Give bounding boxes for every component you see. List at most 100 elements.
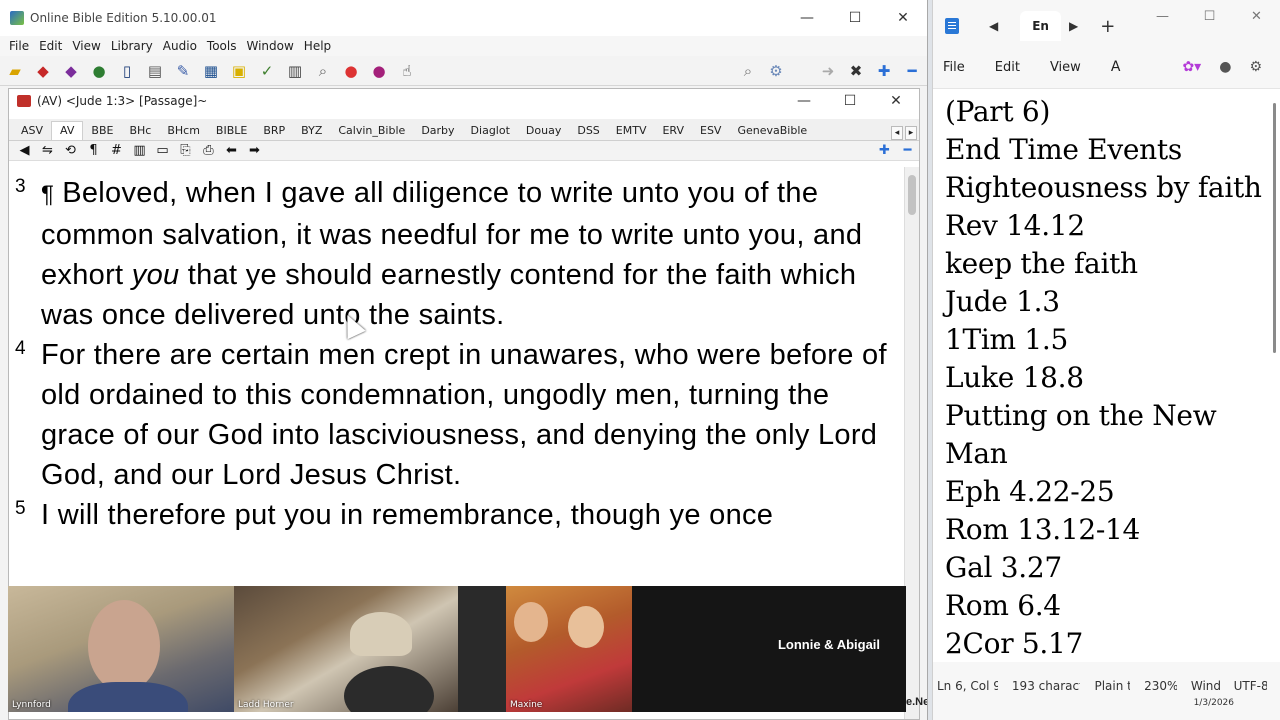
tab-byz[interactable]: BYZ xyxy=(293,124,330,140)
participant-head xyxy=(88,600,160,692)
maximize-button[interactable]: ☐ xyxy=(831,0,879,36)
balloon-icon[interactable]: ● xyxy=(338,59,364,83)
paragraph-icon[interactable]: ¶ xyxy=(82,143,105,158)
account-icon[interactable]: ● xyxy=(1219,59,1231,75)
video-tile[interactable] xyxy=(458,586,506,712)
exit-icon[interactable]: ✖ xyxy=(843,59,869,83)
folder-icon[interactable]: ▣ xyxy=(226,59,252,83)
menu-edit[interactable]: Edit xyxy=(34,39,67,53)
participant-name: Maxine xyxy=(510,700,543,710)
notepad-toolbar-right: ✿▾ ● ⚙ xyxy=(1182,59,1280,75)
notepad-line: Righteousness by faith xyxy=(945,171,1262,204)
app-titlebar: Online Bible Edition 5.10.00.01 — ☐ ✕ xyxy=(0,0,927,36)
tab-dss[interactable]: DSS xyxy=(569,124,607,140)
zoom-icon[interactable]: ⌕ xyxy=(735,59,761,83)
checklist-icon[interactable]: ✓ xyxy=(254,59,280,83)
tab-esv[interactable]: ESV xyxy=(692,124,729,140)
tab-bible[interactable]: BIBLE xyxy=(208,124,255,140)
tab-bhcm[interactable]: BHcm xyxy=(159,124,208,140)
scrollbar-thumb[interactable] xyxy=(908,175,916,215)
verse-text: For there are certain men crept in unawa… xyxy=(41,339,887,491)
open-book-icon[interactable]: ▯ xyxy=(114,59,140,83)
tab-douay[interactable]: Douay xyxy=(518,124,569,140)
sync-icon[interactable]: ⟲ xyxy=(59,143,82,158)
notes-icon[interactable]: ▦ xyxy=(198,59,224,83)
tab-darby[interactable]: Darby xyxy=(413,124,462,140)
tab-scroll-right-icon[interactable]: ▸ xyxy=(905,126,917,140)
tab-emtv[interactable]: EMTV xyxy=(608,124,655,140)
verse-number: 4 xyxy=(15,338,26,359)
tab-calvin-bible[interactable]: Calvin_Bible xyxy=(330,124,413,140)
tab-brp[interactable]: BRP xyxy=(255,124,293,140)
menu-help[interactable]: Help xyxy=(299,39,336,53)
tab-asv[interactable]: ASV xyxy=(13,124,51,140)
np-menu-edit[interactable]: Edit xyxy=(995,60,1020,75)
settings-gear-icon[interactable]: ⚙ xyxy=(763,59,789,83)
tab-erv[interactable]: ERV xyxy=(654,124,692,140)
zoom-in-icon[interactable]: ✚ xyxy=(873,143,896,158)
verse-number-icon[interactable]: # xyxy=(105,143,128,158)
tab-back-icon[interactable]: ◀ xyxy=(989,19,998,33)
np-menu-file[interactable]: File xyxy=(943,60,965,75)
copy-icon[interactable]: ⎘ xyxy=(174,143,197,158)
minimize-button[interactable]: — xyxy=(783,0,831,36)
tab-geneva-bible[interactable]: GenevaBible xyxy=(729,124,815,140)
new-tab-icon[interactable]: + xyxy=(1100,16,1115,37)
cursor-position: Ln 6, Col 9 xyxy=(937,679,998,693)
passage-minimize-button[interactable]: — xyxy=(781,89,827,113)
next-chapter-icon[interactable]: ➡ xyxy=(243,143,266,158)
menu-tools[interactable]: Tools xyxy=(202,39,242,53)
menu-audio[interactable]: Audio xyxy=(158,39,202,53)
copilot-icon[interactable]: ✿▾ xyxy=(1182,59,1201,75)
video-tile[interactable]: Maxine xyxy=(506,586,632,712)
video-tile[interactable]: Lynnford xyxy=(8,586,234,712)
tab-forward-icon[interactable]: ▶ xyxy=(1069,19,1078,33)
menu-view[interactable]: View xyxy=(67,39,105,53)
link-icon[interactable]: ⇋ xyxy=(36,143,59,158)
parallel-book-icon[interactable]: ▭ xyxy=(151,143,174,158)
notepad-scroll-thumb[interactable] xyxy=(1273,103,1276,353)
notepad-minimize-button[interactable]: — xyxy=(1139,0,1186,32)
red-book-icon[interactable]: ◆ xyxy=(30,59,56,83)
arrow-right-icon[interactable]: ➜ xyxy=(815,59,841,83)
open-folder-icon[interactable]: ▰ xyxy=(2,59,28,83)
notepad-maximize-button[interactable]: ☐ xyxy=(1186,0,1233,32)
video-tile[interactable]: Lonnie & Abigail xyxy=(632,586,906,712)
search-icon[interactable]: ⌕ xyxy=(310,59,336,83)
notepad-editor[interactable]: (Part 6) End Time Events Righteousness by … xyxy=(933,88,1280,662)
tools-icon[interactable]: ✎ xyxy=(170,59,196,83)
tab-scroll-left-icon[interactable]: ◂ xyxy=(891,126,903,140)
menu-library[interactable]: Library xyxy=(106,39,158,53)
video-tile[interactable]: Ladd Horner xyxy=(234,586,458,712)
remove-window-icon[interactable]: ━ xyxy=(899,59,925,83)
pointer-hand-icon[interactable]: ☝ xyxy=(394,59,420,83)
columns-icon[interactable]: ▥ xyxy=(128,143,151,158)
np-menu-view[interactable]: View xyxy=(1050,60,1081,75)
document-icon[interactable]: ▥ xyxy=(282,59,308,83)
tab-diaglot[interactable]: Diaglot xyxy=(463,124,518,140)
tab-av[interactable]: AV xyxy=(51,121,84,140)
back-arrow-icon[interactable]: ◀ xyxy=(13,143,36,158)
tab-bhc[interactable]: BHc xyxy=(121,124,159,140)
print-passage-icon[interactable]: ⎙ xyxy=(197,143,220,158)
globe-pink-icon[interactable]: ● xyxy=(366,59,392,83)
settings-icon[interactable]: ⚙ xyxy=(1249,59,1262,75)
print-icon[interactable]: ▤ xyxy=(142,59,168,83)
prev-chapter-icon[interactable]: ⬅ xyxy=(220,143,243,158)
passage-close-button[interactable]: ✕ xyxy=(873,89,919,113)
globe-icon[interactable]: ● xyxy=(86,59,112,83)
close-button[interactable]: ✕ xyxy=(879,0,927,36)
menu-file[interactable]: File xyxy=(4,39,34,53)
notepad-scrollbar[interactable] xyxy=(1269,89,1280,662)
notepad-tab[interactable]: En xyxy=(1020,11,1061,41)
add-window-icon[interactable]: ✚ xyxy=(871,59,897,83)
taskbar-text-fragment: e.Net xyxy=(906,696,927,708)
menu-window[interactable]: Window xyxy=(241,39,298,53)
passage-scrollbar[interactable] xyxy=(904,167,919,719)
passage-maximize-button[interactable]: ☐ xyxy=(827,89,873,113)
tab-bbe[interactable]: BBE xyxy=(83,124,121,140)
zoom-out-icon[interactable]: ━ xyxy=(896,143,919,158)
notepad-close-button[interactable]: ✕ xyxy=(1233,0,1280,32)
text-format-icon[interactable]: A xyxy=(1111,59,1121,75)
books-stack-icon[interactable]: ◆ xyxy=(58,59,84,83)
